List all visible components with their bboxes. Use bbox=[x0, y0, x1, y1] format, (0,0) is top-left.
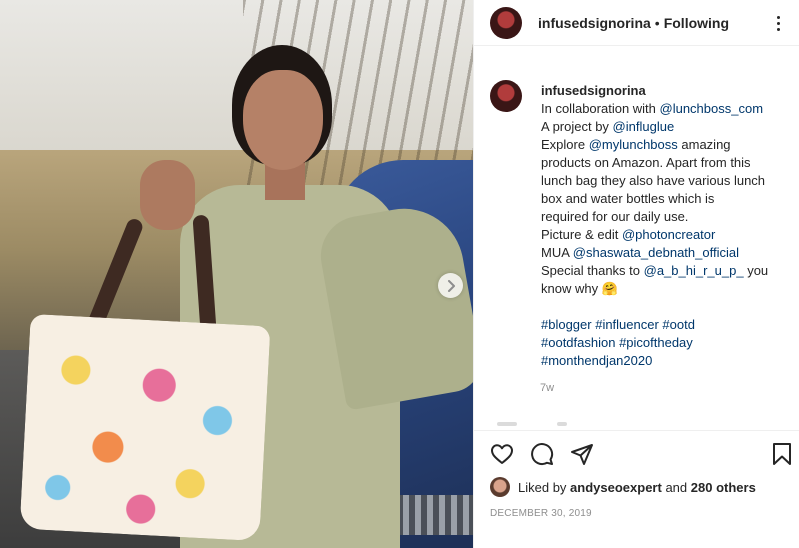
caption-line: Picture & edit @photoncreator bbox=[541, 227, 716, 242]
photo-hand bbox=[140, 160, 195, 230]
post-photo[interactable] bbox=[0, 0, 473, 548]
author-username[interactable]: infusedsignorina bbox=[538, 15, 651, 31]
caption-line: Explore @mylunchboss amazing bbox=[541, 137, 731, 152]
caption-line: required for our daily use. bbox=[541, 209, 689, 224]
likes-prefix: Liked by bbox=[518, 479, 567, 495]
caption-age[interactable]: 7w bbox=[540, 382, 554, 394]
caption-text: infusedsignorina In collaboration with @… bbox=[541, 82, 791, 370]
mention-link[interactable]: @influglue bbox=[613, 119, 675, 134]
likes-and: and bbox=[665, 479, 688, 495]
mention-link[interactable]: @a_b_hi_r_u_p_ bbox=[644, 263, 744, 278]
likes-others-link[interactable]: 280 others bbox=[691, 480, 756, 495]
avatar[interactable] bbox=[490, 6, 522, 39]
hashtag-line[interactable]: #monthendjan2020 bbox=[541, 352, 791, 370]
mention-link[interactable]: @shaswata_debnath_official bbox=[573, 245, 739, 260]
hashtag-line[interactable]: #ootdfashion #picoftheday bbox=[541, 334, 791, 352]
caption-line: box and water bottles which is bbox=[541, 191, 715, 206]
likes-summary: Liked by andyseoexpert and 280 others bbox=[490, 476, 756, 498]
action-bar bbox=[473, 430, 799, 481]
share-icon[interactable] bbox=[570, 442, 594, 466]
mention-link[interactable]: @lunchboss_com bbox=[660, 101, 764, 116]
caption-line: Special thanks to @a_b_hi_r_u_p_ you bbox=[541, 263, 769, 278]
next-image-button[interactable] bbox=[438, 273, 463, 298]
liker-username[interactable]: andyseoexpert bbox=[570, 480, 662, 495]
caption-line: A project by @influglue bbox=[541, 119, 675, 134]
post-modal: infusedsignorina • Following infusedsign… bbox=[0, 0, 799, 548]
caption-line: products on Amazon. Apart from this bbox=[541, 155, 751, 170]
avatar[interactable] bbox=[490, 80, 522, 112]
post-header: infusedsignorina • Following bbox=[474, 0, 799, 46]
separator-dot: • bbox=[654, 14, 660, 31]
comment-preview-hint bbox=[497, 422, 577, 428]
photo-face bbox=[243, 70, 323, 170]
chevron-right-icon bbox=[447, 279, 455, 292]
photo-floral-bag bbox=[19, 313, 271, 542]
post-date[interactable]: DECEMBER 30, 2019 bbox=[490, 508, 592, 519]
caption-line: lunch bag they also have various lunch bbox=[541, 173, 766, 188]
bookmark-icon[interactable] bbox=[770, 442, 794, 466]
comment-icon[interactable] bbox=[530, 442, 554, 466]
mention-link[interactable]: @photoncreator bbox=[622, 227, 715, 242]
mention-link[interactable]: @mylunchboss bbox=[589, 137, 678, 152]
caption-line: MUA @shaswata_debnath_official bbox=[541, 245, 739, 260]
heart-icon[interactable] bbox=[490, 442, 514, 466]
caption-username[interactable]: infusedsignorina bbox=[541, 82, 791, 100]
hashtag-line[interactable]: #blogger #influencer #ootd bbox=[541, 316, 791, 334]
following-button[interactable]: Following bbox=[664, 15, 729, 31]
caption-line: In collaboration with @lunchboss_com bbox=[541, 101, 764, 116]
caption-line: know why 🤗 bbox=[541, 281, 618, 296]
avatar[interactable] bbox=[490, 477, 510, 497]
more-options-icon[interactable] bbox=[766, 11, 790, 35]
